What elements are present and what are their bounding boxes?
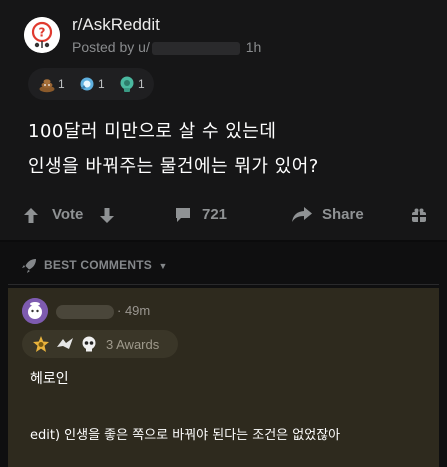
post-title-line-1[interactable]: 100달러 미만으로 살 수 있는데 bbox=[28, 117, 276, 143]
comment-awards[interactable]: 3 Awards bbox=[22, 330, 178, 358]
rocket-icon bbox=[22, 259, 36, 273]
wholesome-award-icon bbox=[80, 77, 94, 91]
comment-card: · 49m 3 Awards 헤로인 edit) 인생을 좋은 쪽으로 바꿔야 … bbox=[8, 288, 439, 467]
redacted-username bbox=[151, 41, 240, 55]
share-button[interactable]: Share bbox=[322, 206, 364, 223]
chevron-down-icon: ▼ bbox=[158, 261, 168, 271]
comments-sort-label: BEST COMMENTS bbox=[44, 258, 152, 272]
redacted-username[interactable] bbox=[56, 304, 114, 319]
skull-award-icon bbox=[82, 336, 96, 352]
gold-award-icon bbox=[33, 336, 49, 352]
comment-body-line-1: 헤로인 bbox=[30, 371, 69, 387]
post-action-bar: Vote 721 Share bbox=[0, 200, 447, 230]
post-title-line-2[interactable]: 인생을 바꿔주는 물건에는 뭐가 있어? bbox=[28, 152, 319, 178]
award-count: 1 bbox=[98, 77, 105, 91]
award-gift-icon[interactable] bbox=[411, 207, 427, 223]
comment-time: · 49m bbox=[117, 303, 151, 318]
post-awards[interactable]: 1 1 1 bbox=[28, 68, 154, 100]
posted-by-label[interactable]: Posted by u/ bbox=[72, 39, 150, 55]
svg-text:?: ? bbox=[39, 26, 46, 40]
comment-meta: · 49m bbox=[56, 303, 150, 319]
upvote-arrow-icon[interactable] bbox=[24, 208, 38, 223]
comments-sort-button[interactable]: BEST COMMENTS ▼ bbox=[44, 258, 168, 272]
post-card: ? r/AskReddit Posted by u/ 1h 1 1 1 100달… bbox=[0, 0, 447, 240]
divider bbox=[0, 240, 447, 242]
poop-award-icon bbox=[39, 79, 55, 93]
post-time: 1h bbox=[245, 39, 262, 55]
helpful-award-icon bbox=[57, 338, 73, 349]
downvote-arrow-icon[interactable] bbox=[100, 208, 114, 223]
award-count: 1 bbox=[138, 77, 145, 91]
comment-count[interactable]: 721 bbox=[202, 206, 227, 223]
post-meta: Posted by u/ 1h bbox=[72, 39, 261, 55]
award-count: 1 bbox=[58, 77, 65, 91]
subreddit-name[interactable]: r/AskReddit bbox=[72, 15, 160, 35]
vote-label: Vote bbox=[52, 206, 84, 223]
divider bbox=[8, 284, 439, 285]
subreddit-avatar[interactable]: ? bbox=[24, 17, 60, 53]
comment-body-line-2: edit) 인생을 좋은 쪽으로 바꿔야 된다는 조건은 없었잖아 bbox=[30, 428, 341, 443]
user-avatar[interactable] bbox=[22, 298, 48, 324]
share-arrow-icon[interactable] bbox=[292, 207, 312, 222]
hugz-award-icon bbox=[120, 76, 134, 92]
awards-count-label: 3 Awards bbox=[106, 337, 160, 352]
comment-icon[interactable] bbox=[175, 207, 191, 223]
